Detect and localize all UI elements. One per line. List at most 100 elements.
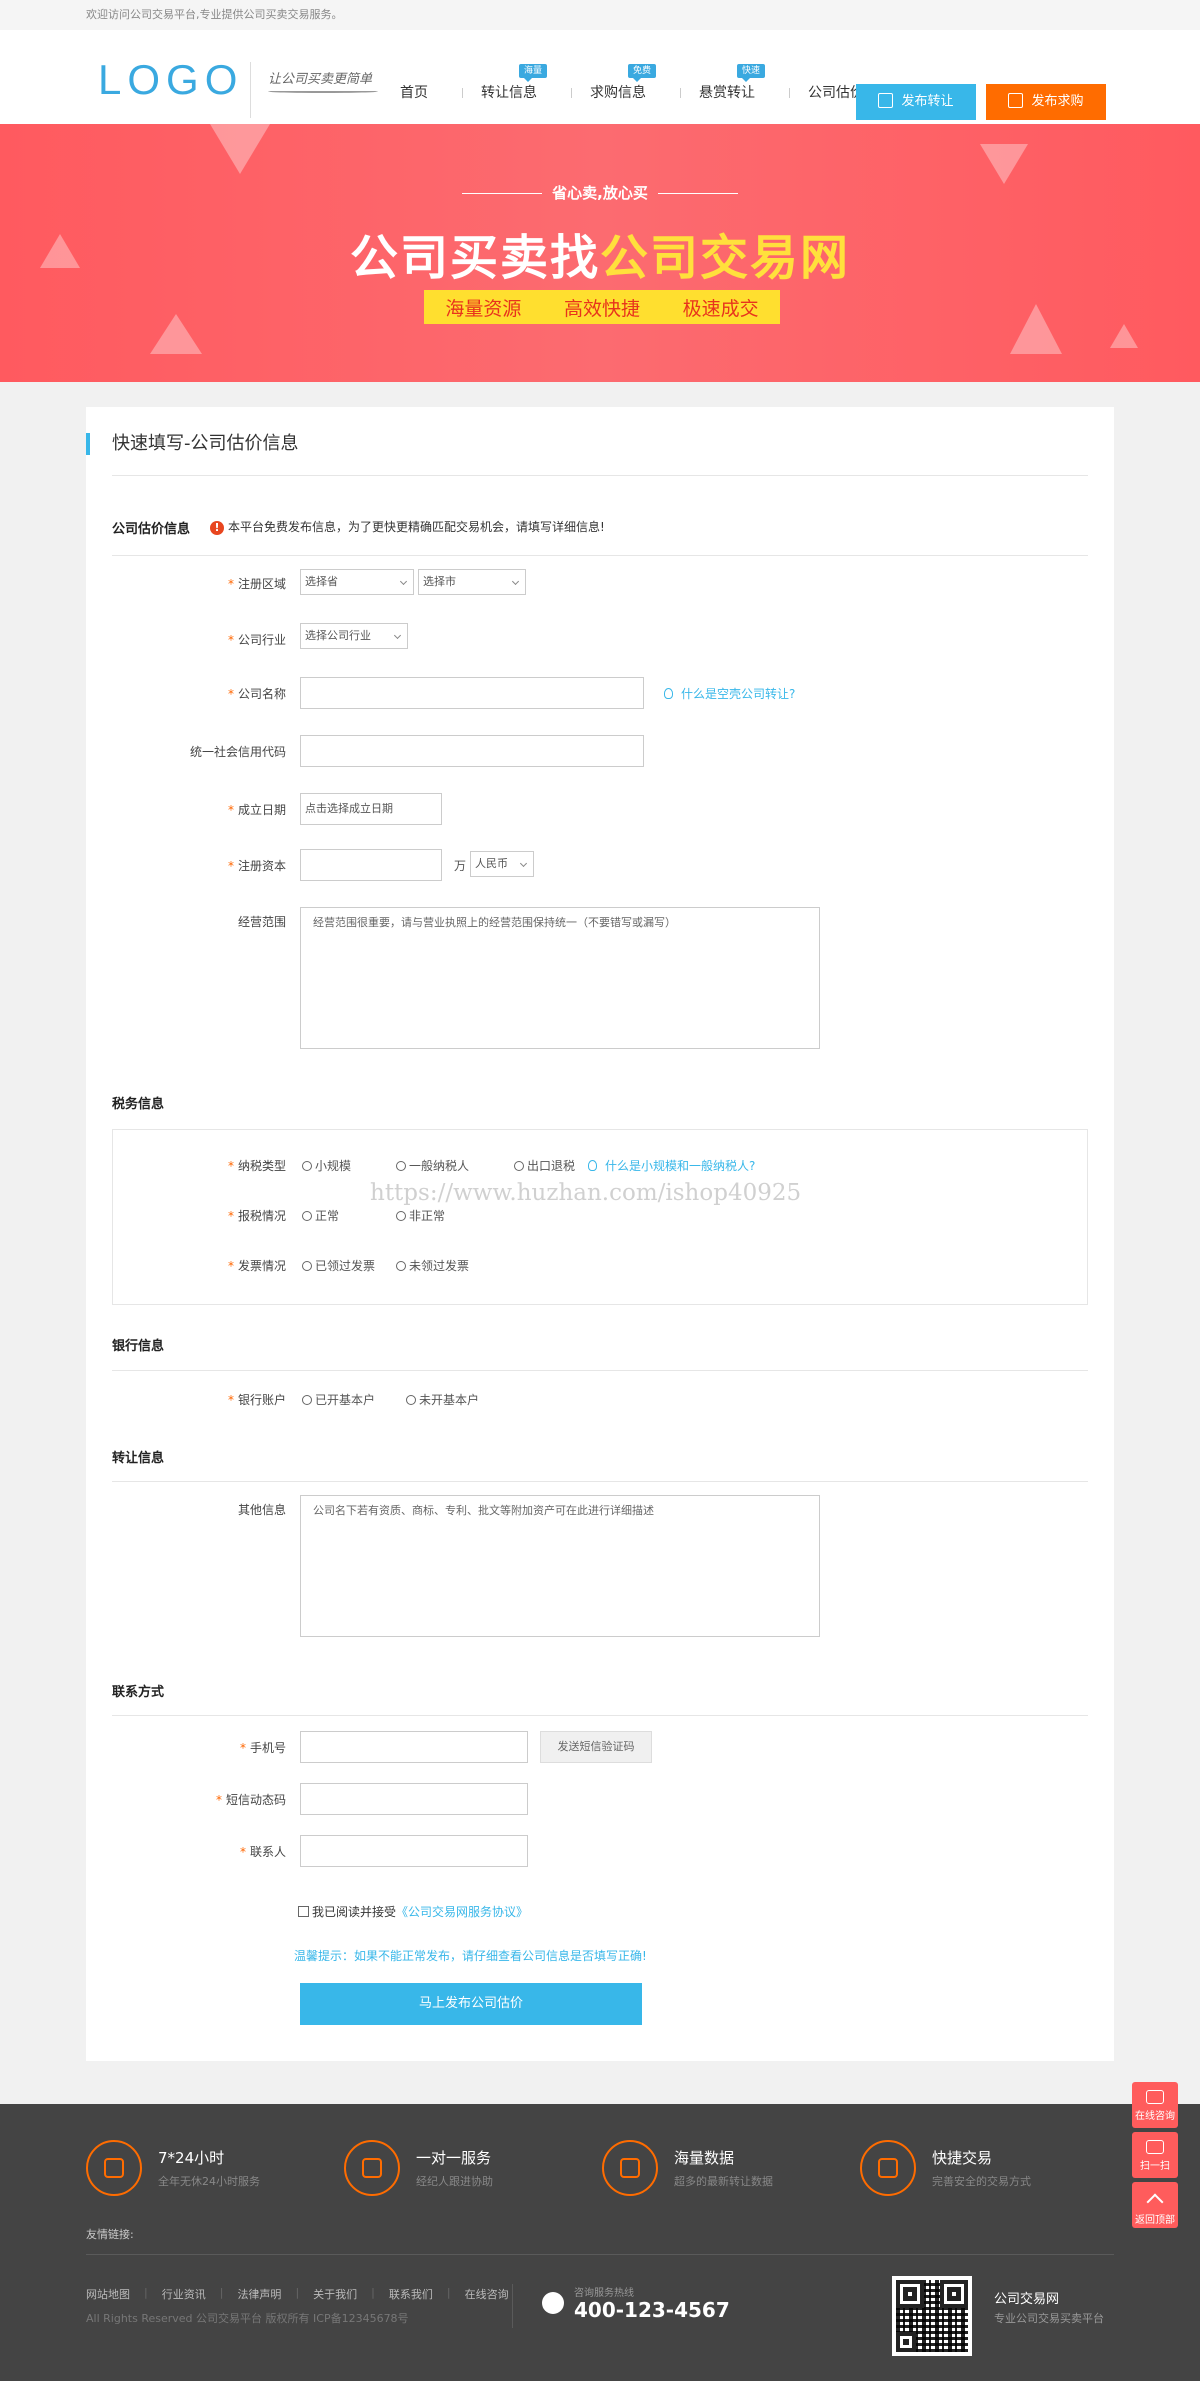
currency-select[interactable]: 人民币 bbox=[470, 851, 534, 877]
edit-icon bbox=[1008, 93, 1024, 108]
bank-opened[interactable]: 已开基本户 bbox=[302, 1391, 375, 1408]
publish-transfer-button[interactable]: 发布转让 bbox=[856, 84, 976, 120]
bank-label: * 银行账户 bbox=[227, 1393, 286, 1407]
banner-tag: 极速成交 bbox=[682, 297, 759, 320]
tax-type-general[interactable]: 一般纳税人 bbox=[396, 1157, 469, 1174]
province-select[interactable]: 选择省 bbox=[300, 569, 414, 595]
logo-divider bbox=[250, 62, 251, 118]
publish-buy-button[interactable]: 发布求购 bbox=[986, 84, 1106, 120]
found-date-label: * 成立日期 bbox=[227, 803, 286, 817]
nav-separator bbox=[680, 88, 681, 98]
footer-brand: 公司交易网 bbox=[994, 2292, 1060, 2307]
contact-label: * 联系人 bbox=[239, 1845, 286, 1859]
tax-type-small[interactable]: 小规模 bbox=[302, 1157, 351, 1174]
scope-textarea[interactable]: 经营范围很重要，请与营业执照上的经营范围保持统一（不要错写或漏写） bbox=[300, 907, 820, 1049]
shell-company-hint-link[interactable]: 什么是空壳公司转让? bbox=[664, 685, 795, 702]
industry-select[interactable]: 选择公司行业 bbox=[300, 623, 408, 649]
logo[interactable]: LOGO bbox=[98, 56, 243, 104]
company-name-label: * 公司名称 bbox=[227, 687, 286, 701]
footer: 7*24小时 全年无休24小时服务 一对一服务 经纪人跟进协助 海量数据 超多的最新转… bbox=[0, 2104, 1200, 2381]
phone-icon bbox=[86, 2140, 142, 2196]
footer-link[interactable]: 行业资讯 bbox=[148, 2286, 220, 2302]
capital-input[interactable] bbox=[300, 849, 442, 881]
footer-link[interactable]: 联系我们 bbox=[375, 2286, 447, 2302]
warning-icon: ! bbox=[210, 521, 224, 535]
qr-icon bbox=[1146, 2140, 1164, 2154]
footer-nav: 网站地图 | 行业资讯 | 法律声明 | 关于我们 | 联系我们 | 在线咨询 bbox=[86, 2286, 523, 2302]
footer-link[interactable]: 关于我们 bbox=[299, 2286, 371, 2302]
nav-reward-transfer[interactable]: 悬赏转让 快速 bbox=[685, 64, 785, 106]
report-abnormal[interactable]: 非正常 bbox=[396, 1207, 445, 1224]
bank-not-opened[interactable]: 未开基本户 bbox=[406, 1391, 479, 1408]
copyright: All Rights Reserved 公司交易平台 版权所有 ICP备1234… bbox=[86, 2312, 409, 2325]
taxpayer-hint-link[interactable]: 什么是小规模和一般纳税人? bbox=[588, 1157, 755, 1174]
watermark-text: https://www.huzhan.com/ishop40925 bbox=[370, 1180, 802, 1206]
back-to-top-button[interactable]: 返回顶部 bbox=[1132, 2182, 1178, 2228]
invoice-received[interactable]: 已领过发票 bbox=[302, 1257, 375, 1274]
feature-one-on-one: 一对一服务 经纪人跟进协助 bbox=[344, 2140, 493, 2196]
divider bbox=[112, 1370, 1088, 1371]
credit-code-label: 统一社会信用代码 bbox=[189, 745, 286, 759]
divider bbox=[112, 1715, 1088, 1716]
nav-separator bbox=[571, 88, 572, 98]
sms-code-input[interactable] bbox=[300, 1783, 528, 1815]
scope-label: 经营范围 bbox=[237, 915, 286, 929]
city-select[interactable]: 选择市 bbox=[418, 569, 526, 595]
nav-badge: 快速 bbox=[736, 64, 765, 82]
footer-link[interactable]: 法律声明 bbox=[223, 2286, 295, 2302]
banner-tag: 海量资源 bbox=[445, 297, 522, 320]
tax-type-export[interactable]: 出口退税 bbox=[514, 1157, 575, 1174]
friend-links-label: 友情链接: bbox=[86, 2228, 134, 2241]
found-date-input[interactable]: 点击选择成立日期 bbox=[300, 793, 442, 825]
hero-banner: 省心卖,放心买 公司买卖找公司交易网 海量资源 高效快捷 极速成交 bbox=[0, 124, 1200, 382]
invoice-label: * 发票情况 bbox=[227, 1259, 286, 1273]
main-nav: 首页 转让信息 海量 求购信息 免费 悬赏转让 快速 公司估价 bbox=[386, 64, 894, 106]
page-title: 快速填写-公司估价信息 bbox=[86, 433, 299, 455]
divider bbox=[86, 2254, 1114, 2255]
nav-transfer-info[interactable]: 转让信息 海量 bbox=[467, 64, 567, 106]
feature-247: 7*24小时 全年无休24小时服务 bbox=[86, 2140, 260, 2196]
other-info-textarea[interactable]: 公司名下若有资质、商标、专利、批文等附加资产可在此进行详细描述 bbox=[300, 1495, 820, 1637]
banner-tags: 海量资源 高效快捷 极速成交 bbox=[424, 290, 780, 324]
phone-icon bbox=[542, 2292, 564, 2314]
rocket-icon bbox=[860, 2140, 916, 2196]
send-sms-button[interactable]: 发送短信验证码 bbox=[540, 1731, 652, 1763]
nav-buy-info[interactable]: 求购信息 免费 bbox=[576, 64, 676, 106]
nav-separator bbox=[789, 88, 790, 98]
footer-link[interactable]: 网站地图 bbox=[86, 2286, 144, 2302]
contact-input[interactable] bbox=[300, 1835, 528, 1867]
scan-qr-button[interactable]: 扫一扫 bbox=[1132, 2132, 1178, 2178]
nav-home[interactable]: 首页 bbox=[386, 80, 458, 106]
nav-badge: 海量 bbox=[518, 64, 547, 82]
headset-icon bbox=[1146, 2090, 1164, 2104]
credit-code-input[interactable] bbox=[300, 735, 644, 767]
agree-checkbox[interactable]: 我已阅读并接受《公司交易网服务协议》 bbox=[298, 1903, 528, 1920]
warm-tip: 温馨提示：如果不能正常发布，请仔细查看公司信息是否填写正确! bbox=[294, 1949, 647, 1963]
edit-icon bbox=[878, 93, 894, 108]
invoice-not-received[interactable]: 未领过发票 bbox=[396, 1257, 469, 1274]
section-company-title: 公司估价信息 bbox=[112, 522, 191, 537]
phone-input[interactable] bbox=[300, 1731, 528, 1763]
nav-badge: 免费 bbox=[627, 64, 656, 82]
online-consult-button[interactable]: 在线咨询 bbox=[1132, 2082, 1178, 2128]
divider bbox=[112, 475, 1088, 476]
chevron-up-icon bbox=[1146, 2193, 1164, 2211]
company-name-input[interactable] bbox=[300, 677, 644, 709]
banner-subtitle: 省心卖,放心买 bbox=[0, 182, 1200, 203]
nav-separator bbox=[462, 88, 463, 98]
phone-label: * 手机号 bbox=[239, 1741, 286, 1755]
sms-code-label: * 短信动态码 bbox=[215, 1793, 286, 1807]
banner-title: 公司买卖找公司交易网 bbox=[349, 230, 851, 286]
report-normal[interactable]: 正常 bbox=[302, 1207, 339, 1224]
top-welcome-bar: 欢迎访问公司交易平台,专业提供公司买卖交易服务。 bbox=[0, 0, 1200, 30]
capital-label: * 注册资本 bbox=[227, 859, 286, 873]
submit-button[interactable]: 马上发布公司估价 bbox=[300, 1983, 642, 2025]
report-label: * 报税情况 bbox=[227, 1209, 286, 1223]
capital-unit: 万 bbox=[454, 859, 467, 873]
service-agreement-link[interactable]: 《公司交易网服务协议》 bbox=[396, 1905, 528, 1919]
banner-tag: 高效快捷 bbox=[563, 297, 640, 320]
section-transfer-title: 转让信息 bbox=[112, 1451, 165, 1466]
database-icon bbox=[602, 2140, 658, 2196]
tax-type-label: * 纳税类型 bbox=[227, 1159, 286, 1173]
section-bank-title: 银行信息 bbox=[112, 1339, 165, 1354]
